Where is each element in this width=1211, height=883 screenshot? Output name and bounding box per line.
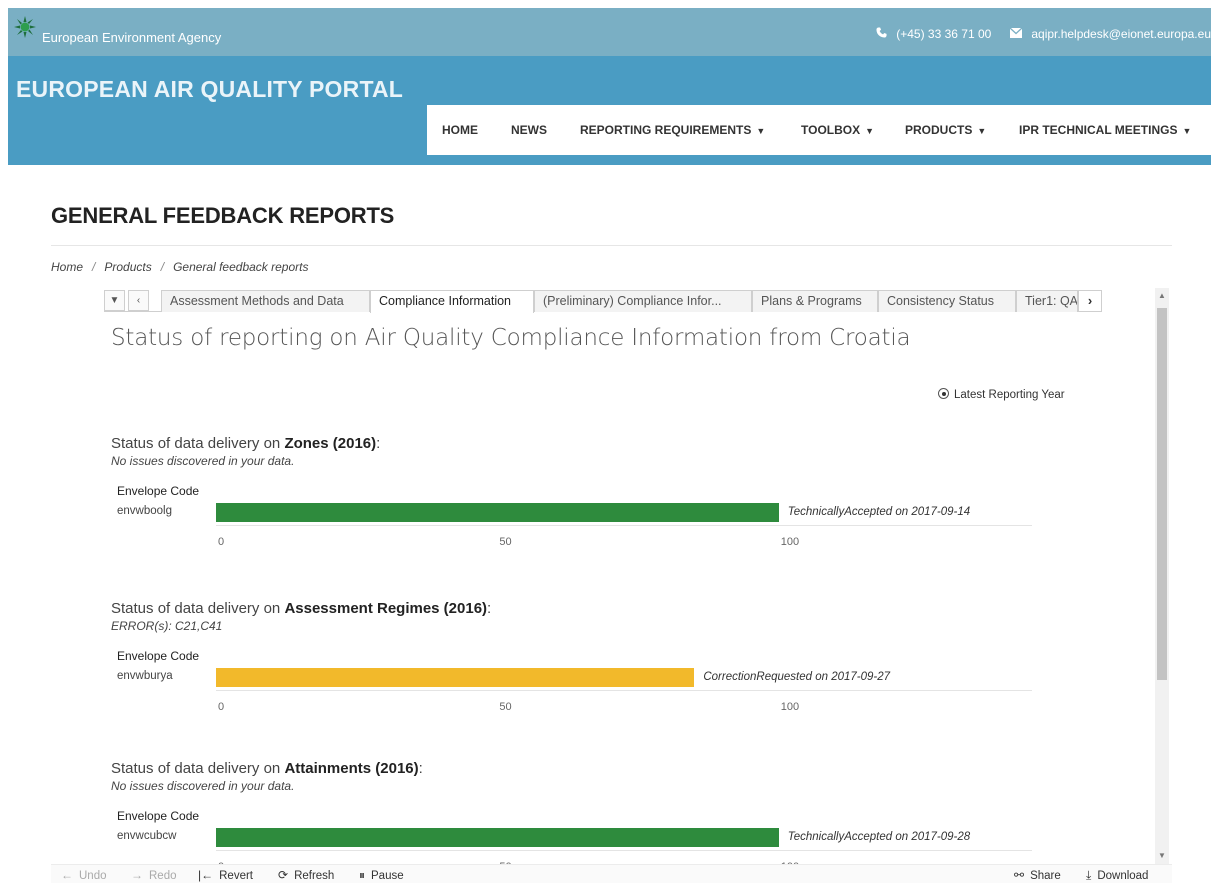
breadcrumb-products[interactable]: Products bbox=[104, 260, 151, 274]
envelope-icon bbox=[1009, 27, 1023, 41]
download-icon: ⤓ bbox=[1086, 868, 1092, 882]
x-tick-label: 50 bbox=[499, 701, 512, 713]
caret-down-icon: ▼ bbox=[1182, 126, 1192, 136]
revert-button[interactable]: |← Revert bbox=[198, 868, 253, 882]
viz-title: Status of reporting on Air Quality Compl… bbox=[111, 325, 911, 351]
envelope-code[interactable]: envwburya bbox=[117, 670, 173, 682]
section-heading: Status of data delivery on Assessment Re… bbox=[111, 600, 492, 617]
agency-bar: European Environment Agency (+45) 33 36 … bbox=[8, 8, 1211, 56]
bar-chart: CorrectionRequested on 2017-09-27 0 50 100 bbox=[216, 668, 1032, 718]
status-bar[interactable] bbox=[216, 828, 779, 847]
tab-consistency-status[interactable]: Consistency Status bbox=[878, 290, 1016, 312]
email-link[interactable]: aqipr.helpdesk@eionet.europa.eu bbox=[1031, 27, 1211, 41]
delivery-section: Status of data delivery on Attainments (… bbox=[111, 760, 1071, 864]
tab-menu-dropdown-icon[interactable]: ▼ bbox=[104, 290, 125, 311]
status-label: TechnicallyAccepted on 2017-09-14 bbox=[787, 506, 971, 518]
status-bar[interactable] bbox=[216, 668, 695, 687]
section-note: ERROR(s): C21,C41 bbox=[111, 619, 223, 633]
axis-line bbox=[216, 525, 1032, 526]
breadcrumb-home[interactable]: Home bbox=[51, 260, 83, 274]
share-icon: ⚯ bbox=[1014, 868, 1025, 882]
envelope-code[interactable]: envwcubcw bbox=[117, 830, 176, 842]
status-label: TechnicallyAccepted on 2017-09-28 bbox=[787, 831, 971, 843]
phone-icon bbox=[876, 27, 887, 41]
axis-line bbox=[216, 690, 1032, 691]
viz-scrollbar[interactable]: ▲ ▼ bbox=[1155, 288, 1169, 864]
tab-next-icon[interactable]: › bbox=[1078, 290, 1102, 312]
delivery-section: Status of data delivery on Assessment Re… bbox=[111, 600, 1071, 750]
refresh-icon: ⟳ bbox=[278, 868, 289, 882]
portal-title[interactable]: EUROPEAN AIR QUALITY PORTAL bbox=[16, 76, 403, 103]
x-tick-label: 50 bbox=[499, 536, 512, 548]
section-heading-prefix: Status of data delivery on bbox=[111, 600, 285, 617]
tab-prev-icon[interactable]: ‹ bbox=[128, 290, 149, 311]
x-tick-label: 100 bbox=[780, 536, 800, 548]
radio-selected-icon[interactable] bbox=[938, 388, 949, 399]
nav-toolbox[interactable]: TOOLBOX ▼ bbox=[801, 123, 874, 137]
tab-preliminary-compliance[interactable]: (Preliminary) Compliance Infor... bbox=[534, 290, 752, 312]
scroll-up-icon[interactable]: ▲ bbox=[1155, 290, 1169, 302]
status-label: CorrectionRequested on 2017-09-27 bbox=[703, 671, 891, 683]
contact-info: (+45) 33 36 71 00 aqipr.helpdesk@eionet.… bbox=[876, 26, 1211, 41]
bar-chart: TechnicallyAccepted on 2017-09-28050100 bbox=[216, 828, 1032, 864]
nav-reporting-requirements[interactable]: REPORTING REQUIREMENTS ▼ bbox=[580, 123, 765, 137]
bar-chart: TechnicallyAccepted on 2017-09-14 0 50 100 bbox=[216, 503, 1032, 553]
portal-header: EUROPEAN AIR QUALITY PORTAL HOME NEWS RE… bbox=[8, 56, 1211, 165]
download-button[interactable]: ⤓ Download bbox=[1086, 868, 1148, 883]
section-heading-dataset: Attainments (2016) bbox=[284, 760, 419, 777]
pause-button[interactable]: ⏸ Pause bbox=[359, 868, 404, 883]
page-title: GENERAL FEEDBACK REPORTS bbox=[51, 203, 395, 228]
section-heading-prefix: Status of data delivery on bbox=[111, 760, 285, 777]
eea-logo-icon[interactable] bbox=[14, 16, 36, 38]
scroll-down-icon[interactable]: ▼ bbox=[1155, 850, 1169, 862]
undo-button[interactable]: ← Undo bbox=[61, 868, 107, 882]
nav-products[interactable]: PRODUCTS ▼ bbox=[905, 123, 986, 137]
main-nav: HOME NEWS REPORTING REQUIREMENTS ▼ TOOLBO… bbox=[427, 105, 1211, 155]
nav-ipr-technical-meetings[interactable]: IPR TECHNICAL MEETINGS ▼ bbox=[1019, 123, 1191, 137]
tab-plans-programs[interactable]: Plans & Programs bbox=[752, 290, 878, 312]
section-heading-dataset: Zones (2016) bbox=[284, 435, 377, 452]
tab-tier1-qa[interactable]: Tier1: QA bbox=[1016, 290, 1078, 312]
arrow-left-icon: ← bbox=[61, 868, 73, 882]
caret-down-icon: ▼ bbox=[977, 126, 987, 136]
envelope-code[interactable]: envwboolg bbox=[117, 505, 172, 517]
breadcrumb-current: General feedback reports bbox=[173, 260, 309, 274]
tab-compliance-information[interactable]: Compliance Information bbox=[370, 290, 534, 313]
breadcrumb: Home / Products / General feedback reports bbox=[51, 260, 309, 274]
section-note: No issues discovered in your data. bbox=[111, 779, 295, 793]
sheet-tabs: ▼ ‹ Assessment Methods and Data Complian… bbox=[104, 290, 1102, 313]
tableau-viz: ▼ ‹ Assessment Methods and Data Complian… bbox=[104, 288, 1172, 864]
latest-year-radio[interactable]: Latest Reporting Year bbox=[938, 388, 1065, 401]
x-tick-label: 0 bbox=[218, 701, 225, 713]
section-heading-dataset: Assessment Regimes (2016) bbox=[284, 600, 488, 617]
envelope-code-header: Envelope Code bbox=[117, 809, 200, 823]
phone-number[interactable]: (+45) 33 36 71 00 bbox=[896, 27, 991, 41]
section-heading-prefix: Status of data delivery on bbox=[111, 435, 285, 452]
tab-assessment-methods[interactable]: Assessment Methods and Data bbox=[161, 290, 370, 312]
arrow-right-icon: → bbox=[131, 868, 143, 882]
envelope-code-header: Envelope Code bbox=[117, 649, 200, 663]
nav-home[interactable]: HOME bbox=[442, 123, 478, 137]
revert-icon: |← bbox=[198, 868, 214, 882]
title-divider bbox=[51, 245, 1172, 246]
envelope-code-header: Envelope Code bbox=[117, 484, 200, 498]
axis-line bbox=[216, 850, 1032, 851]
pause-icon: ⏸ bbox=[359, 868, 366, 882]
redo-button[interactable]: → Redo bbox=[131, 868, 177, 882]
caret-down-icon: ▼ bbox=[756, 126, 766, 136]
section-note: No issues discovered in your data. bbox=[111, 454, 295, 468]
x-tick-label: 100 bbox=[780, 701, 800, 713]
section-heading: Status of data delivery on Attainments (… bbox=[111, 760, 423, 777]
section-heading: Status of data delivery on Zones (2016): bbox=[111, 435, 381, 452]
agency-name[interactable]: European Environment Agency bbox=[42, 30, 221, 45]
status-bar[interactable] bbox=[216, 503, 779, 522]
scroll-thumb[interactable] bbox=[1157, 308, 1167, 680]
refresh-button[interactable]: ⟳ Refresh bbox=[278, 868, 334, 882]
share-button[interactable]: ⚯ Share bbox=[1014, 868, 1061, 882]
nav-news[interactable]: NEWS bbox=[511, 123, 547, 137]
viz-toolbar: ← Undo → Redo |← Revert ⟳ Refresh ⏸ Pause ⚯ Sh… bbox=[51, 864, 1172, 883]
delivery-section: Status of data delivery on Zones (2016):… bbox=[111, 435, 1071, 585]
caret-down-icon: ▼ bbox=[865, 126, 875, 136]
x-tick-label: 0 bbox=[218, 536, 225, 548]
